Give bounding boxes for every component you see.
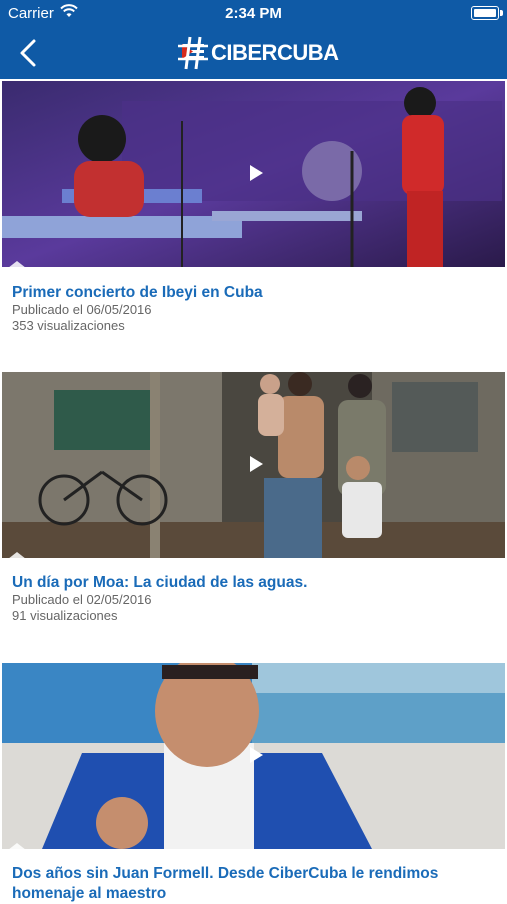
logo-text: CIBERCUBA (211, 40, 339, 65)
cibercuba-logo: CIBERCUBA (178, 35, 339, 71)
hashtag-flag-icon (178, 36, 208, 70)
status-bar: Carrier 2:34 PM (0, 0, 507, 26)
video-thumbnail-2[interactable] (2, 372, 505, 558)
app-header: Carrier 2:34 PM CIBERCUBA (0, 0, 507, 79)
nav-bar: CIBERCUBA (0, 26, 507, 79)
play-icon (250, 747, 263, 763)
video-title-3[interactable]: Dos años sin Juan Formell. Desde CiberCu… (12, 864, 482, 904)
video-published-2: Publicado el 02/05/2016 (12, 592, 152, 607)
corner-marker-icon (8, 552, 26, 558)
corner-marker-icon (8, 843, 26, 849)
video-thumbnail-1[interactable] (2, 81, 505, 267)
play-icon (250, 456, 263, 472)
video-title-1[interactable]: Primer concierto de Ibeyi en Cuba (12, 283, 482, 303)
play-icon (250, 165, 263, 181)
video-title-2[interactable]: Un día por Moa: La ciudad de las aguas. (12, 573, 482, 593)
video-card-2: Un día por Moa: La ciudad de las aguas. … (0, 371, 507, 663)
video-published-1: Publicado el 06/05/2016 (12, 302, 152, 317)
video-views-1: 353 visualizaciones (12, 318, 125, 333)
video-thumbnail-3[interactable] (2, 663, 505, 849)
video-card-3: Dos años sin Juan Formell. Desde CiberCu… (0, 663, 507, 902)
corner-marker-icon (8, 261, 26, 267)
status-time: 2:34 PM (225, 5, 282, 22)
video-views-2: 91 visualizaciones (12, 608, 118, 623)
back-chevron-icon[interactable] (14, 38, 44, 68)
battery-icon (471, 6, 503, 20)
video-card-1: Primer concierto de Ibeyi en Cuba Public… (0, 79, 507, 371)
